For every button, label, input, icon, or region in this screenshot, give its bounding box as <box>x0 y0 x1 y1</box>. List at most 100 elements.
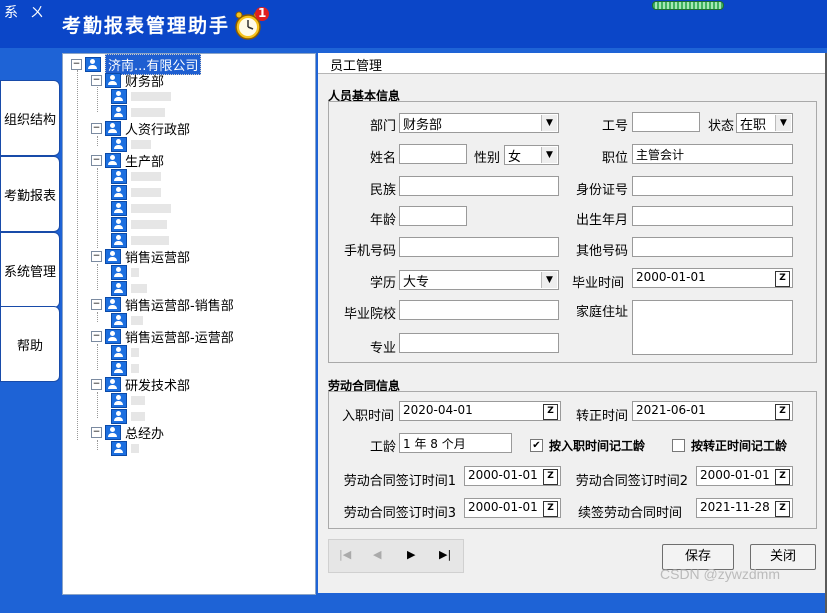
calendar-icon[interactable]: Z <box>543 469 558 485</box>
sign1-date-field[interactable]: 2000-01-01 Z <box>464 466 561 486</box>
system-menu-glyph[interactable]: 系 <box>4 2 18 22</box>
calendar-icon[interactable]: Z <box>775 404 790 420</box>
age-field[interactable] <box>399 206 467 226</box>
gender-select[interactable]: 女 ▼ <box>504 145 559 165</box>
user-icon <box>105 152 121 168</box>
tree-employee[interactable] <box>111 344 139 360</box>
tab-help[interactable]: 帮助 <box>0 306 60 382</box>
idcard-field[interactable] <box>632 176 793 196</box>
other-phone-field[interactable] <box>632 237 793 257</box>
dept-select[interactable]: 财务部 ▼ <box>399 113 559 133</box>
status-label: 状态 <box>707 119 734 134</box>
chevron-down-icon[interactable]: ▼ <box>541 147 557 163</box>
calendar-icon[interactable]: Z <box>775 271 790 287</box>
calendar-icon[interactable]: Z <box>543 501 558 517</box>
dept-label: 生产部 <box>125 154 165 170</box>
hire-date-field[interactable]: 2020-04-01 Z <box>399 401 561 421</box>
tree-dept-sales[interactable]: − 销售运营部-销售部 <box>91 296 234 314</box>
collapse-icon[interactable]: − <box>91 426 102 438</box>
school-field[interactable] <box>399 300 559 320</box>
ethnic-label: 民族 <box>369 183 396 198</box>
address-field[interactable] <box>632 300 793 355</box>
tree-dept-operations[interactable]: − 销售运营部-运营部 <box>91 328 234 346</box>
tree-dept-production[interactable]: − 生产部 <box>91 152 165 170</box>
tab-attendance-report[interactable]: 考勤报表 <box>0 156 60 232</box>
regular-date-value: 2021-06-01 <box>636 403 706 417</box>
first-record-icon[interactable]: |◀ <box>339 548 351 561</box>
tree-employee[interactable] <box>111 184 161 200</box>
collapse-icon[interactable]: − <box>91 330 102 342</box>
tab-org-structure[interactable]: 组织结构 <box>0 80 60 156</box>
calendar-icon[interactable]: Z <box>775 501 790 517</box>
user-icon <box>111 104 127 120</box>
prev-record-icon[interactable]: ◀ <box>373 548 381 561</box>
user-icon <box>111 264 127 280</box>
tree-employee[interactable] <box>111 440 139 456</box>
user-icon <box>111 344 127 360</box>
by-hire-label: 按入职时间记工龄 <box>549 439 646 453</box>
user-icon <box>111 408 127 424</box>
last-record-icon[interactable]: ▶| <box>439 548 451 561</box>
mobile-field[interactable] <box>399 237 559 257</box>
user-icon <box>111 360 127 376</box>
next-record-icon[interactable]: ▶ <box>407 548 415 561</box>
chevron-down-icon[interactable]: ▼ <box>775 115 791 131</box>
grad-time-field[interactable]: 2000-01-01 Z <box>632 268 793 288</box>
collapse-icon[interactable]: − <box>91 298 102 310</box>
tree-employee[interactable] <box>111 264 139 280</box>
dept-label: 销售运营部-销售部 <box>125 298 234 314</box>
by-regular-checkbox[interactable]: 按转正时间记工龄 <box>672 437 787 454</box>
sign3-date-value: 2000-01-01 <box>468 500 538 514</box>
collapse-icon[interactable]: − <box>91 154 102 166</box>
sign3-label: 劳动合同签订时间3 <box>343 506 456 521</box>
hire-label: 入职时间 <box>341 409 394 424</box>
by-hire-checkbox[interactable]: ✔ 按入职时间记工龄 <box>530 437 645 454</box>
sign3-date-field[interactable]: 2000-01-01 Z <box>464 498 561 518</box>
checkbox-check-icon[interactable]: ✔ <box>530 439 543 452</box>
collapse-icon[interactable]: − <box>91 250 102 262</box>
chevron-down-icon[interactable]: ▼ <box>541 272 557 288</box>
tree-employee[interactable] <box>111 200 171 216</box>
address-label: 家庭住址 <box>575 305 628 320</box>
ethnic-field[interactable] <box>399 176 559 196</box>
close-glyph[interactable]: ㄨ <box>30 2 44 22</box>
dept-value: 财务部 <box>403 118 443 133</box>
tree-dept-hr[interactable]: − 人资行政部 <box>91 120 190 138</box>
edu-select[interactable]: 大专 ▼ <box>399 270 559 290</box>
collapse-icon[interactable]: − <box>91 74 102 86</box>
collapse-icon[interactable]: − <box>91 122 102 134</box>
redacted-name <box>131 171 161 181</box>
user-icon <box>111 440 127 456</box>
dept-label: 销售运营部-运营部 <box>125 330 234 346</box>
regular-date-field[interactable]: 2021-06-01 Z <box>632 401 793 421</box>
org-tree[interactable]: − 济南...有限公司 − 财务部 − 人资行政部 − 生产部 − 销售运营部 … <box>62 53 316 595</box>
tree-dept-finance[interactable]: − 财务部 <box>91 72 164 90</box>
tree-employee[interactable] <box>111 392 145 408</box>
tree-dept-rnd[interactable]: − 研发技术部 <box>91 376 190 394</box>
name-field[interactable] <box>399 144 467 164</box>
chevron-down-icon[interactable]: ▼ <box>541 115 557 131</box>
position-field[interactable]: 主管会计 <box>632 144 793 164</box>
major-field[interactable] <box>399 333 559 353</box>
seniority-field[interactable]: 1 年 8 个月 <box>399 433 512 453</box>
tab-label: 帮助 <box>16 338 43 354</box>
renew-date-value: 2021-11-28 <box>700 500 770 514</box>
calendar-icon[interactable]: Z <box>775 469 790 485</box>
collapse-icon[interactable]: − <box>91 378 102 390</box>
calendar-icon[interactable]: Z <box>543 404 558 420</box>
checkbox-empty-icon[interactable] <box>672 439 685 452</box>
employee-panel: 员工管理 人员基本信息 部门 财务部 ▼ 工号 状态 在职 ▼ 姓名 性别 女 ▼ 职… <box>318 53 827 613</box>
birth-field[interactable] <box>632 206 793 226</box>
tree-dept-sales-ops[interactable]: − 销售运营部 <box>91 248 190 266</box>
renew-date-field[interactable]: 2021-11-28 Z <box>696 498 793 518</box>
tree-employee[interactable] <box>111 88 171 104</box>
redacted-name <box>131 235 169 245</box>
tree-dept-gm-office[interactable]: − 总经办 <box>91 424 164 442</box>
status-select[interactable]: 在职 ▼ <box>736 113 793 133</box>
tab-system-management[interactable]: 系统管理 <box>0 232 60 308</box>
tree-employee[interactable] <box>111 168 161 184</box>
collapse-icon[interactable]: − <box>71 58 82 70</box>
empno-field[interactable] <box>632 112 700 132</box>
tree-employee[interactable] <box>111 216 167 232</box>
sign2-date-field[interactable]: 2000-01-01 Z <box>696 466 793 486</box>
